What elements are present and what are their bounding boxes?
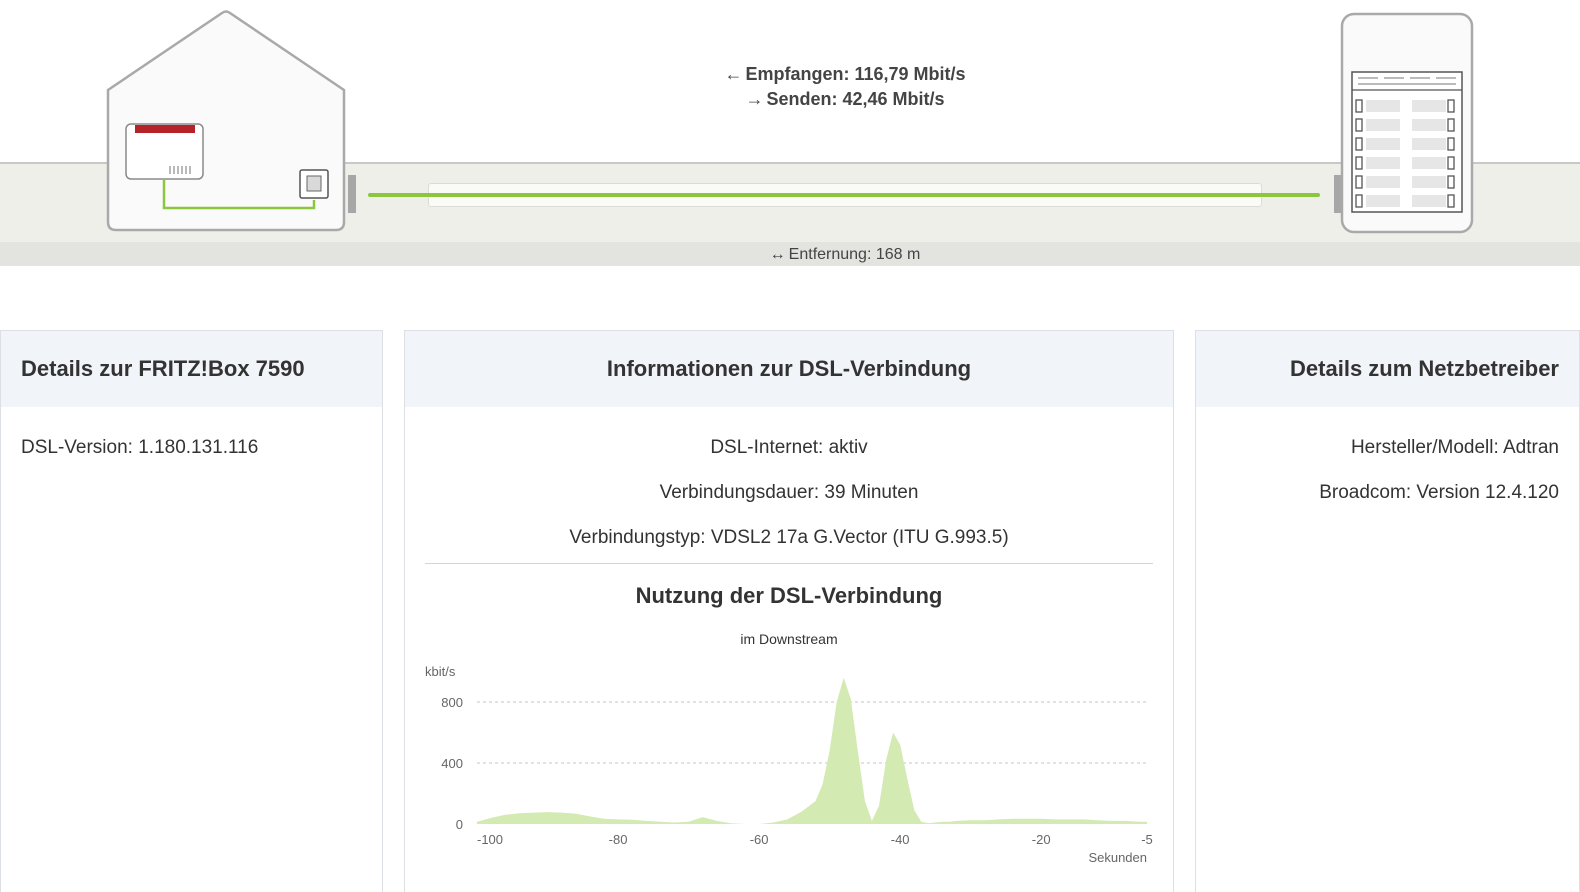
operator-manufacturer: Hersteller/Modell: Adtran (1350, 437, 1559, 458)
x-tick-label: -40 (891, 832, 910, 847)
x-axis-label: Sekunden (1088, 850, 1147, 862)
operator-details-panel: Details zum Netzbetreiber Hersteller/Mod… (1195, 330, 1580, 892)
connection-duration: Verbindungsdauer: 39 Minuten (659, 482, 919, 503)
downstream-area-series (477, 677, 1147, 824)
y-tick-label: 800 (441, 695, 463, 710)
fritzbox-details-panel: Details zur FRITZ!Box 7590 DSL-Version: … (0, 330, 383, 892)
distance-label: Entfernung: 168 m (788, 246, 921, 263)
distance-info: ↔ Entfernung: 168 m (720, 244, 970, 266)
house-icon (106, 10, 346, 232)
receive-rate: ← Empfangen: 116,79 Mbit/s (700, 62, 990, 87)
x-tick-label: -5 (1141, 832, 1153, 847)
dsl-connection-title: Informationen zur DSL-Verbindung (405, 331, 1173, 407)
y-axis-label: kbit/s (425, 664, 456, 679)
section-divider (425, 563, 1153, 564)
arrow-left-icon: ← (724, 64, 743, 84)
connection-diagram: ← Empfangen: 116,79 Mbit/s → Senden: 42,46… (0, 0, 1580, 268)
connection-type: Verbindungstyp: VDSL2 17a G.Vector (ITU … (569, 527, 1009, 548)
y-tick-label: 0 (456, 817, 463, 832)
usage-chart: kbit/s 800 400 0 -100 -80 -60 -40 -20 -5 Sekunden (425, 662, 1155, 862)
operator-details-title: Details zum Netzbetreiber (1196, 331, 1579, 407)
speed-summary: ← Empfangen: 116,79 Mbit/s → Senden: 42,46… (700, 62, 990, 112)
usage-chart-title: Nutzung der DSL-Verbindung (635, 583, 943, 608)
dsl-version: DSL-Version: 1.180.131.116 (21, 437, 259, 458)
send-rate-label: Senden: 42,46 Mbit/s (766, 89, 945, 109)
x-tick-label: -60 (750, 832, 769, 847)
x-tick-label: -80 (609, 832, 628, 847)
dsl-cable (368, 193, 1320, 197)
arrow-left-right-icon: ↔ (769, 246, 786, 263)
dsl-status: DSL-Internet: aktiv (710, 437, 868, 458)
x-tick-label: -100 (477, 832, 503, 847)
receive-rate-label: Empfangen: 116,79 Mbit/s (745, 64, 966, 84)
usage-chart-svg: kbit/s 800 400 0 -100 -80 -60 -40 -20 -5 Sekunden (425, 664, 1153, 862)
arrow-right-icon: → (745, 89, 764, 109)
y-tick-label: 400 (441, 756, 463, 771)
dsl-connection-panel: Informationen zur DSL-Verbindung DSL-Int… (404, 330, 1174, 892)
operator-broadcom-version: Broadcom: Version 12.4.120 (1319, 482, 1559, 503)
fritzbox-details-title: Details zur FRITZ!Box 7590 (1, 331, 382, 407)
send-rate: → Senden: 42,46 Mbit/s (700, 87, 990, 112)
x-tick-label: -20 (1032, 832, 1051, 847)
usage-chart-subtitle: im Downstream (740, 631, 838, 647)
exchange-cabinet-icon (1340, 12, 1474, 234)
